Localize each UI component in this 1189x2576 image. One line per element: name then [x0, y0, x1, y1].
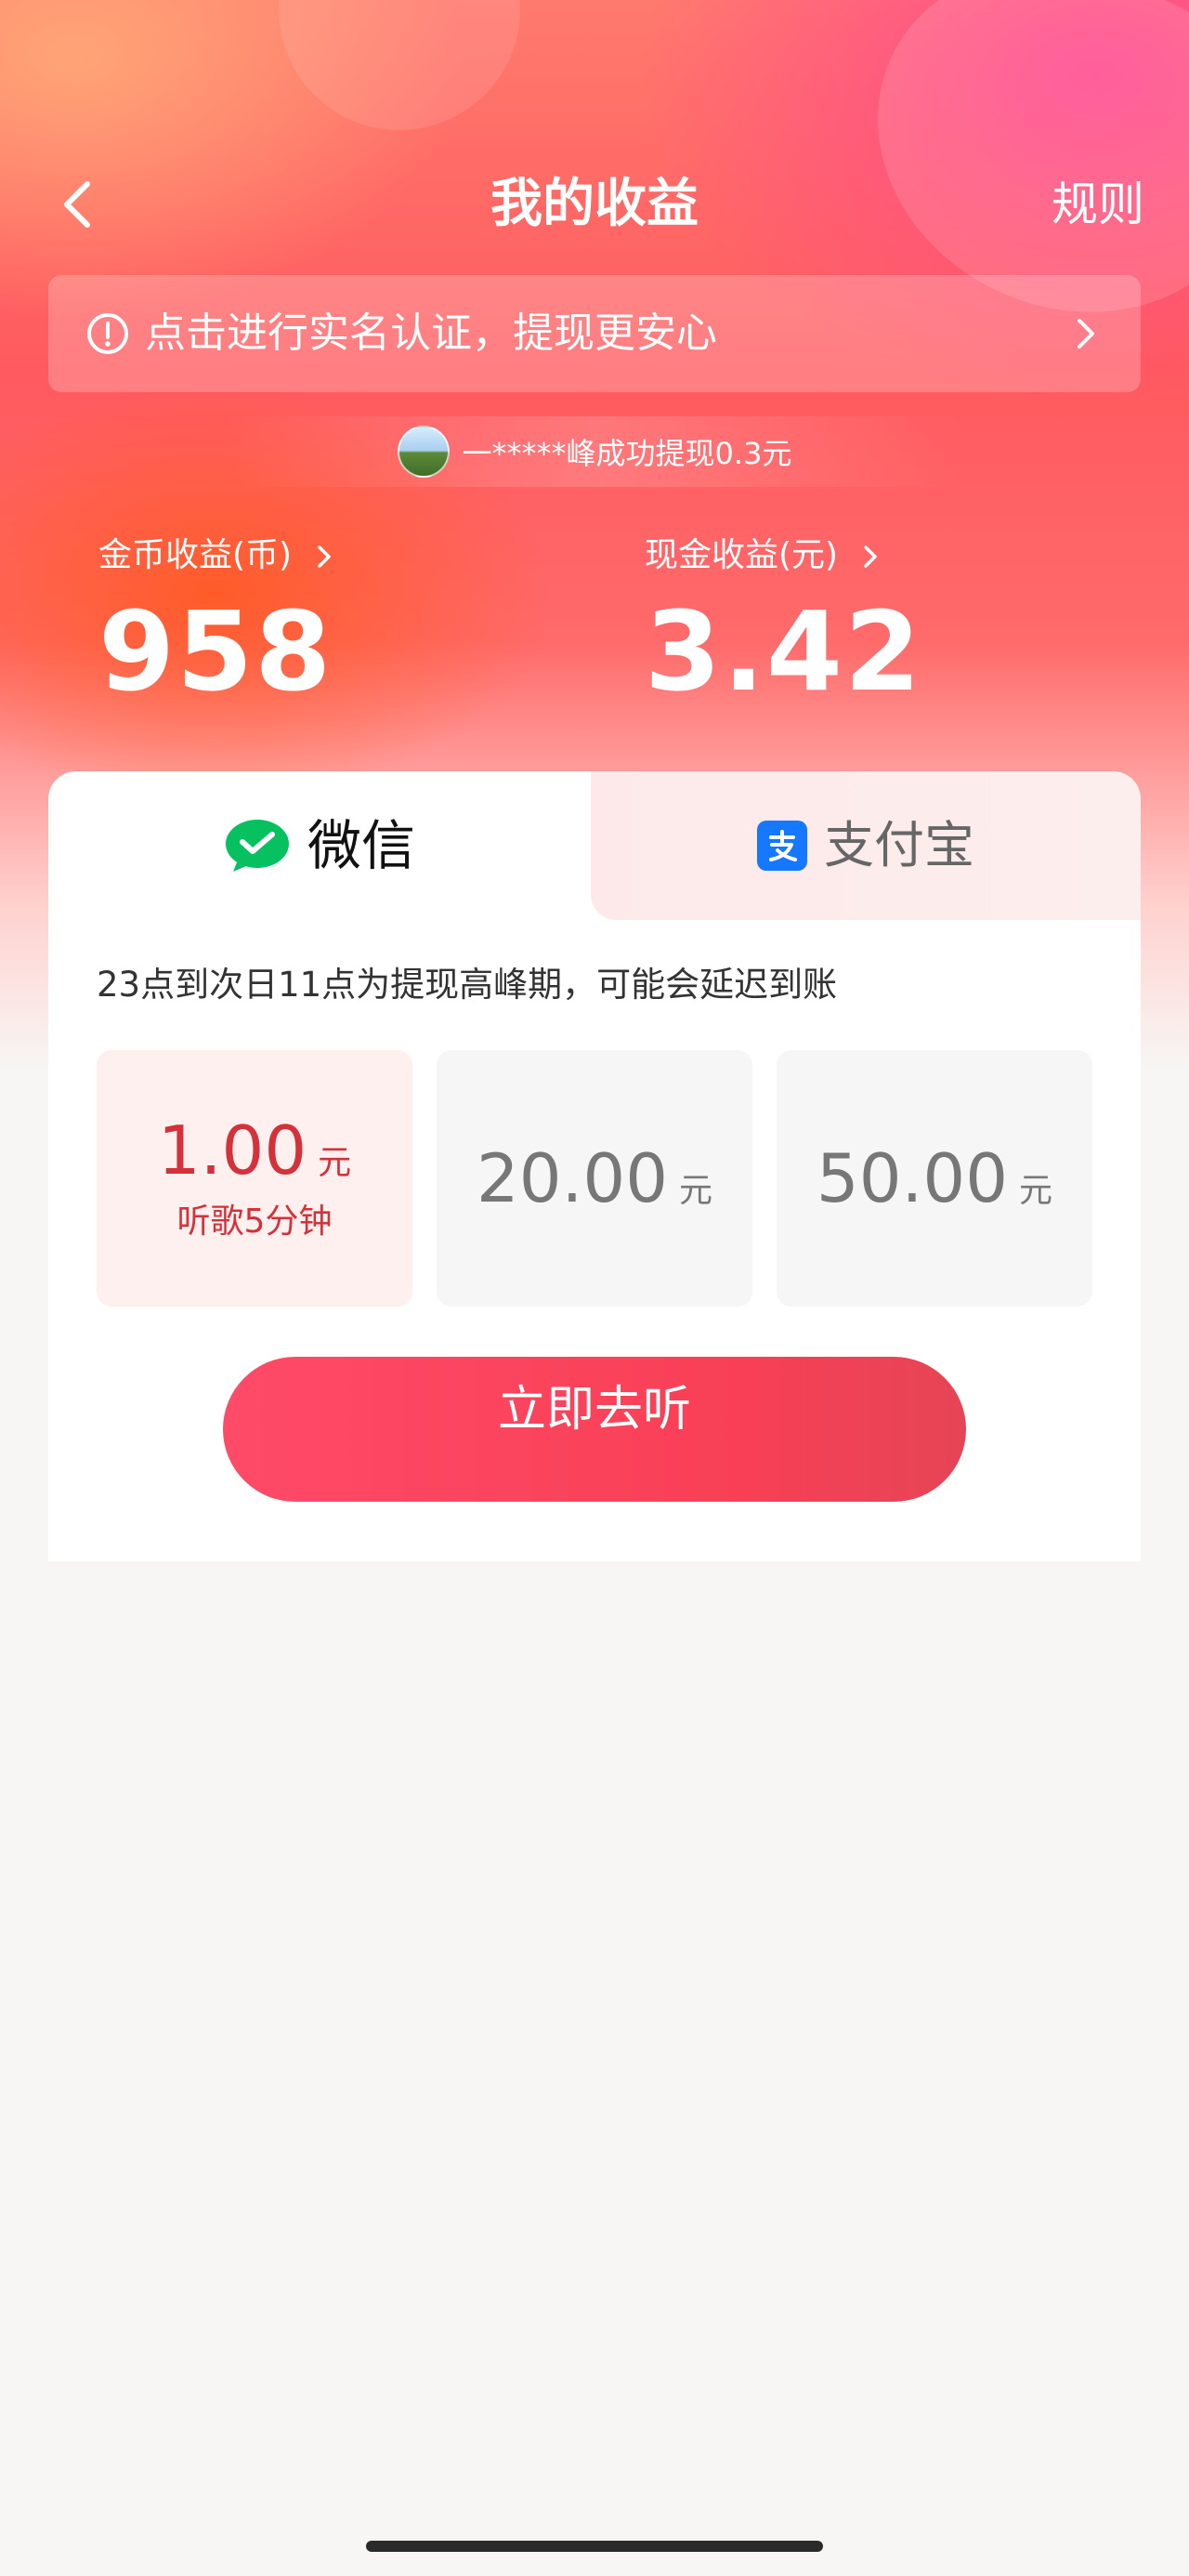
- coin-earnings[interactable]: 金币收益(币) 958: [98, 530, 336, 721]
- amount-option-1[interactable]: 1.00 元 听歌5分钟: [97, 1050, 412, 1307]
- withdraw-ticker: 一*****峰成功提现0.3元: [0, 416, 1189, 487]
- payment-tabs: 微信 支付宝: [48, 771, 1141, 920]
- amount-requirement: 听歌5分钟: [176, 1203, 333, 1241]
- cash-earnings-label: 现金收益(元): [645, 536, 839, 574]
- listen-now-label: 立即去听: [497, 1382, 691, 1438]
- amount-unit: 元: [1019, 1172, 1053, 1210]
- withdraw-card: 微信 支付宝 23点到次日11点为提现高峰期，可能会延迟到账 1.00 元 听歌…: [48, 771, 1141, 1561]
- alipay-icon: [757, 821, 807, 871]
- cash-earnings[interactable]: 现金收益(元) 3.42: [645, 530, 922, 721]
- home-indicator: [366, 2541, 823, 2552]
- decorative-shape: [244, 0, 555, 164]
- tab-wechat-label: 微信: [307, 814, 415, 877]
- avatar: [397, 426, 450, 478]
- amount-option-50[interactable]: 50.00 元: [777, 1050, 1092, 1307]
- coin-earnings-label: 金币收益(币): [98, 536, 293, 574]
- wechat-icon: [225, 820, 289, 872]
- tab-alipay-label: 支付宝: [824, 816, 974, 874]
- chevron-right-icon: [1078, 319, 1094, 348]
- coin-earnings-value: 958: [98, 587, 333, 716]
- amount-options: 1.00 元 听歌5分钟 20.00 元 50.00 元: [97, 1050, 1092, 1307]
- page-title: 我的收益: [490, 174, 699, 234]
- verification-banner[interactable]: 点击进行实名认证，提现更安心: [48, 275, 1141, 392]
- listen-now-button[interactable]: 立即去听: [223, 1357, 966, 1502]
- rules-link[interactable]: 规则: [1052, 167, 1144, 242]
- alert-circle-icon: [87, 313, 128, 354]
- amount-value: 1.00: [157, 1111, 307, 1189]
- verification-banner-text: 点击进行实名认证，提现更安心: [145, 309, 717, 357]
- amount-unit: 元: [318, 1144, 352, 1182]
- amount-option-20[interactable]: 20.00 元: [437, 1050, 752, 1307]
- ticker-text: 一*****峰成功提现0.3元: [462, 436, 792, 471]
- tab-alipay[interactable]: 支付宝: [591, 771, 1141, 920]
- amount-value: 50.00: [816, 1139, 1009, 1217]
- navigation-bar: 我的收益 规则: [0, 158, 1189, 251]
- tab-wechat[interactable]: 微信: [48, 771, 591, 920]
- chevron-right-icon: [863, 545, 877, 568]
- amount-value: 20.00: [476, 1139, 669, 1217]
- amount-unit: 元: [679, 1172, 713, 1210]
- cash-earnings-value: 3.42: [645, 587, 923, 716]
- chevron-right-icon: [317, 545, 331, 568]
- peak-hours-note: 23点到次日11点为提现高峰期，可能会延迟到账: [97, 965, 838, 1005]
